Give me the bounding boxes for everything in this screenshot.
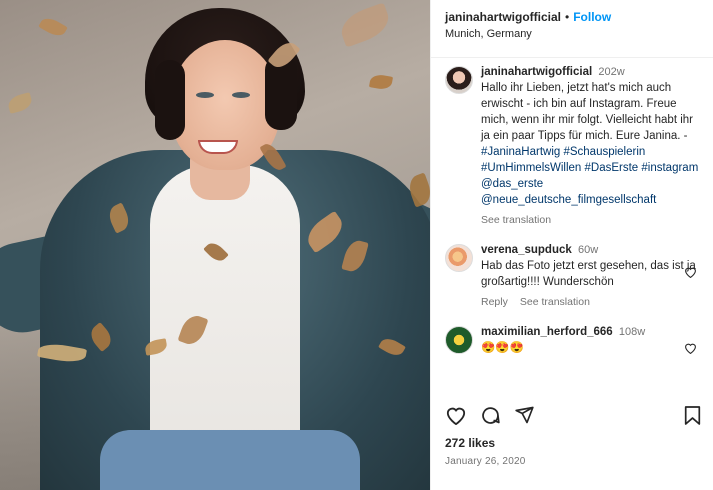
post-side-panel: janinahartwigofficial • Follow Munich, G… [430, 0, 713, 490]
comment-text: Hab das Foto jetzt erst gesehen, das ist… [481, 260, 696, 288]
leaf [368, 73, 394, 91]
location-link[interactable]: Munich, Germany [445, 28, 699, 40]
avatar[interactable] [445, 66, 473, 94]
comment-body: maximilian_herford_666 108w 😍😍😍 [481, 324, 699, 356]
reply-button[interactable]: Reply [481, 294, 508, 310]
caption-age[interactable]: 202w [598, 66, 624, 78]
comment-bubble-icon[interactable] [479, 404, 501, 426]
right-eye [232, 92, 250, 98]
jeans [100, 430, 360, 490]
comments-list[interactable]: janinahartwigofficial 202w Hallo ihr Lie… [431, 58, 713, 393]
action-bar [445, 400, 703, 430]
white-shirt [150, 165, 300, 445]
heart-outline-icon[interactable] [684, 342, 697, 357]
likes-count[interactable]: 272 likes [445, 436, 495, 450]
heart-outline-icon[interactable] [684, 266, 697, 281]
post-date[interactable]: January 26, 2020 [445, 456, 525, 467]
post-header: janinahartwigofficial • Follow Munich, G… [431, 0, 713, 58]
comment-body: verena_supduck 60w Hab das Foto jetzt er… [481, 242, 699, 310]
comment-username[interactable]: maximilian_herford_666 [481, 326, 613, 338]
heart-outline-icon[interactable] [445, 404, 467, 426]
header-row: janinahartwigofficial • Follow [445, 10, 699, 24]
comment-text: 😍😍😍 [481, 342, 524, 354]
leaf [336, 2, 394, 48]
see-translation-link[interactable]: See translation [520, 294, 590, 310]
left-eye [196, 92, 214, 98]
see-translation-link[interactable]: See translation [481, 212, 551, 228]
caption-text: Hallo ihr Lieben, jetzt hat's mich auch … [481, 82, 693, 142]
avatar[interactable] [445, 244, 473, 272]
caption-username[interactable]: janinahartwigofficial [481, 66, 592, 78]
leaf [6, 92, 34, 114]
bookmark-icon[interactable] [681, 404, 703, 426]
paper-plane-icon[interactable] [513, 404, 535, 426]
comment-username[interactable]: verena_supduck [481, 244, 572, 256]
follow-button[interactable]: Follow [573, 10, 611, 24]
author-username[interactable]: janinahartwigofficial [445, 10, 561, 24]
post-image[interactable] [0, 0, 430, 490]
hair-left [155, 60, 185, 140]
comment-item: maximilian_herford_666 108w 😍😍😍 [445, 324, 699, 356]
avatar[interactable] [445, 326, 473, 354]
comment-age[interactable]: 108w [619, 326, 645, 338]
caption-body: janinahartwigofficial 202w Hallo ihr Lie… [481, 64, 699, 228]
comment-item: verena_supduck 60w Hab das Foto jetzt er… [445, 242, 699, 310]
separator-dot: • [565, 10, 570, 24]
leaf [38, 14, 68, 40]
post-modal: janinahartwigofficial • Follow Munich, G… [0, 0, 713, 490]
caption-comment: janinahartwigofficial 202w Hallo ihr Lie… [445, 64, 699, 228]
caption-hashtags[interactable]: #JaninaHartwig #Schauspielerin #UmHimmel… [481, 146, 698, 206]
comment-age[interactable]: 60w [578, 244, 598, 256]
